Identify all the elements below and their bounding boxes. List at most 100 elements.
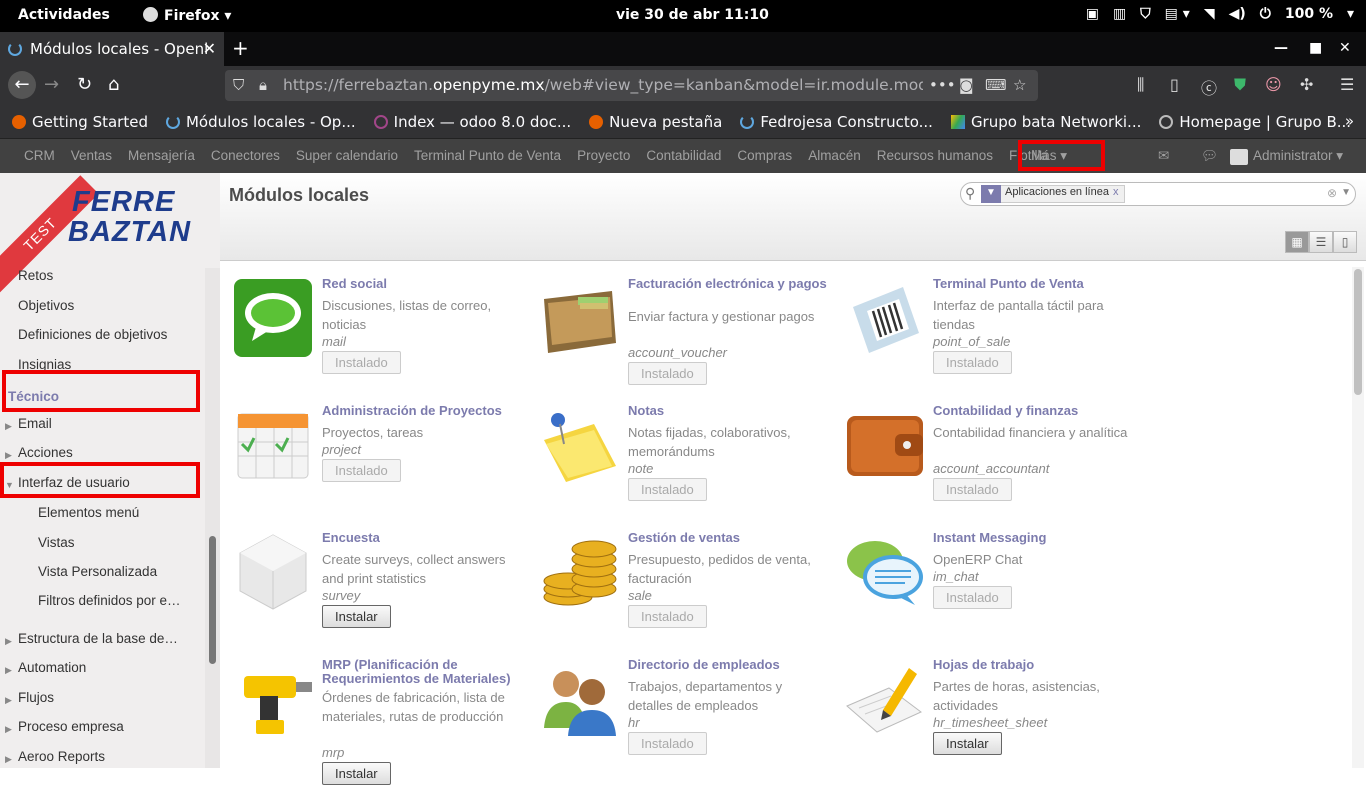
sidebar-item-definiciones[interactable]: Definiciones de objetivos [18,327,167,342]
mail-icon[interactable]: ✉ [1158,148,1169,164]
installed-button[interactable]: Instalado [933,351,1012,374]
home-icon[interactable]: ⌂ [108,74,119,95]
search-facet[interactable]: ▼ Aplicaciones en línea x [981,185,1126,203]
install-button[interactable]: Instalar [933,732,1002,755]
module-card[interactable]: Instant Messaging OpenERP Chat im_chat Inst… [843,531,1143,651]
top-menu-item[interactable]: Terminal Punto de Venta [414,148,561,163]
new-tab-button[interactable]: + [232,36,249,60]
module-card[interactable]: Notas Notas fijadas, colaborativos, memor… [538,404,838,524]
sidebar-icon[interactable]: ▯ [1170,75,1179,94]
top-menu-item[interactable]: Super calendario [296,148,398,163]
top-menu-item[interactable]: Compras [737,148,792,163]
close-window-button[interactable]: ✕ [1339,40,1351,56]
list-view-button[interactable]: ☰ [1309,231,1333,253]
sidebar-item-acciones[interactable]: Acciones [18,445,73,460]
sidebar-subitem[interactable]: Elementos menú [38,505,139,520]
sidebar-item-aeroo[interactable]: Aeroo Reports [18,749,105,764]
menu-icon[interactable]: ☰ [1340,75,1354,94]
top-menu-item[interactable]: Conectores [211,148,280,163]
screen-icon[interactable]: ▣ [1086,6,1099,22]
close-tab-icon[interactable]: ✕ [203,39,216,58]
bookmarks-overflow-icon[interactable]: » [1345,112,1354,130]
bookmark-item[interactable]: Grupo bata Networki... [950,113,1141,131]
module-name[interactable]: Red social [322,277,532,291]
top-menu-item[interactable]: Mensajería [128,148,195,163]
sidebar-scroll-thumb[interactable] [209,536,216,664]
module-name[interactable]: Hojas de trabajo [933,658,1143,672]
installed-button[interactable]: Instalado [628,732,707,755]
search-input[interactable]: ⚲ ▼ Aplicaciones en línea x ⊗ ▼ [960,182,1356,206]
sidebar-subitem[interactable]: Vista Personalizada [38,564,157,579]
module-card[interactable]: Red social Discusiones, listas de correo,… [232,277,532,397]
bookmark-item[interactable]: Nueva pestaña [589,113,722,131]
lock-icon[interactable]: 🔒︎ [259,76,267,94]
app-menu[interactable]: Firefox ▾ [143,7,231,24]
extension-c-icon[interactable]: ⓒ [1201,75,1217,99]
tab-active[interactable]: Módulos locales - Openi ✕ [0,32,224,66]
clear-search-icon[interactable]: ⊗ [1327,186,1337,200]
sidebar-item-automation[interactable]: Automation [18,660,86,675]
module-name[interactable]: Instant Messaging [933,531,1143,545]
panel-icon[interactable]: ▥ [1113,6,1126,22]
sidebar-item-retos[interactable]: Retos [18,268,53,283]
module-card[interactable]: Facturación electrónica y pagos Enviar fa… [538,277,838,397]
module-name[interactable]: MRP (Planificación de Requerimientos de … [322,658,532,686]
back-button[interactable]: ← [8,71,36,99]
clock[interactable]: vie 30 de abr 11:10 [616,7,769,23]
form-view-button[interactable]: ▯ [1333,231,1357,253]
module-name[interactable]: Administración de Proyectos [322,404,532,418]
main-scroll-thumb[interactable] [1354,269,1362,395]
module-name[interactable]: Encuesta [322,531,532,545]
top-menu-item[interactable]: Contabilidad [646,148,721,163]
module-card[interactable]: Terminal Punto de Venta Interfaz de panta… [843,277,1143,397]
extension-face-icon[interactable]: ☺ [1265,75,1282,94]
library-icon[interactable]: ⫼ [1137,75,1144,95]
chevron-down-icon[interactable]: ▾ [1347,6,1354,22]
sidebar-item-proceso[interactable]: Proceso empresa [18,719,124,734]
top-menu-item[interactable]: CRM [24,148,55,163]
installed-button[interactable]: Instalado [628,478,707,501]
url-text[interactable]: https://ferrebaztan.openpyme.mx/web#view… [283,76,923,94]
url-bar[interactable]: ⛉ 🔒︎ https://ferrebaztan.openpyme.mx/web… [225,70,1038,101]
module-name[interactable]: Gestión de ventas [628,531,838,545]
bookmark-item[interactable]: Módulos locales - Op... [165,113,356,131]
module-card[interactable]: Administración de Proyectos Proyectos, ta… [232,404,532,524]
module-name[interactable]: Terminal Punto de Venta [933,277,1143,291]
module-card[interactable]: Hojas de trabajo Partes de horas, asisten… [843,658,1143,778]
sidebar-item-estructura[interactable]: Estructura de la base de… [18,631,178,646]
module-card[interactable]: Contabilidad y finanzas Contabilidad fina… [843,404,1143,524]
maximize-button[interactable]: ■ [1309,40,1322,56]
installed-button[interactable]: Instalado [628,362,707,385]
installed-button[interactable]: Instalado [628,605,707,628]
sidebar-item-objetivos[interactable]: Objetivos [18,298,74,313]
module-card[interactable]: MRP (Planificación de Requerimientos de … [232,658,532,785]
top-menu-item[interactable]: Almacén [808,148,861,163]
reload-icon[interactable]: ↻ [77,74,92,95]
chat-icon[interactable]: 💬︎ [1201,148,1218,164]
user-menu[interactable]: Administrator ▾ [1253,148,1343,164]
bookmark-item[interactable]: Getting Started [12,113,148,131]
top-menu-item[interactable]: Recursos humanos [877,148,993,163]
sidebar-subitem[interactable]: Vistas [38,535,75,550]
install-button[interactable]: Instalar [322,762,391,785]
sidebar-scrollbar[interactable] [205,268,220,768]
top-menu-item[interactable]: Proyecto [577,148,630,163]
pocket-icon[interactable]: ◙ [959,76,974,94]
module-card[interactable]: Encuesta Create surveys, collect answers … [232,531,532,651]
sidebar-item-email[interactable]: Email [18,416,52,431]
extension-shield-icon[interactable]: ⛊ [1234,75,1246,95]
module-name[interactable]: Notas [628,404,838,418]
more-actions-icon[interactable]: ••• [929,76,956,94]
extension-paw-icon[interactable]: ✣ [1300,75,1313,94]
bookmark-item[interactable]: Fedrojesa Constructo... [740,113,933,131]
module-card[interactable]: Gestión de ventas Presupuesto, pedidos de… [538,531,838,651]
clipboard-icon[interactable]: ▤ ▾ [1165,6,1190,22]
forward-button[interactable]: → [44,74,59,95]
bookmark-star-icon[interactable]: ☆ [1013,76,1026,94]
kanban-view-button[interactable]: ▦ [1285,231,1309,253]
translate-icon[interactable]: ⌨ [985,76,1007,94]
module-name[interactable]: Facturación electrónica y pagos [628,277,838,291]
more-menu[interactable]: Más ▾ [1031,148,1067,164]
search-dropdown-icon[interactable]: ▼ [1341,187,1351,198]
top-menu-item[interactable]: Ventas [71,148,112,163]
